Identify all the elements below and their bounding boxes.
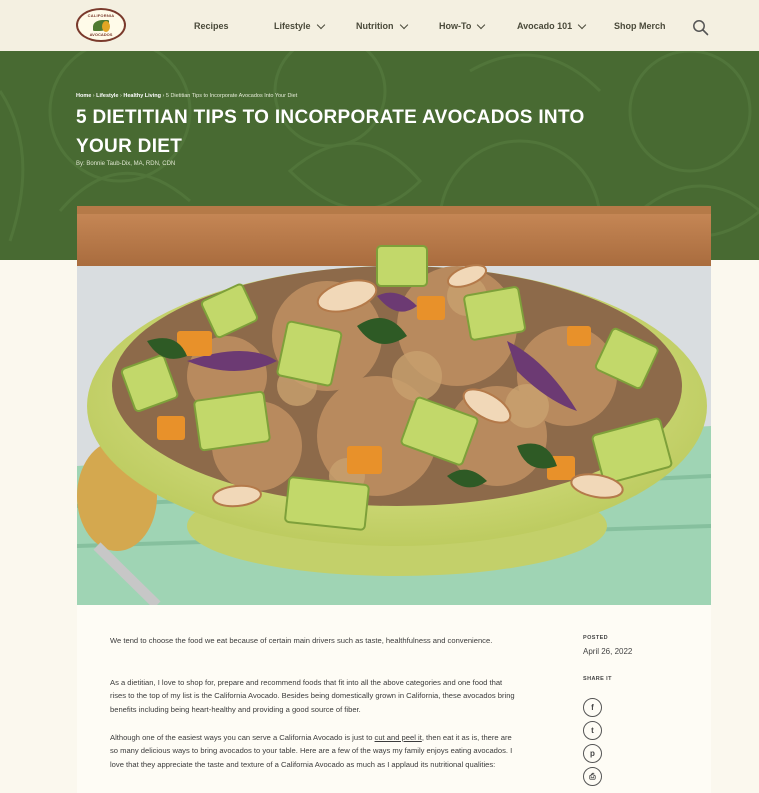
- author-byline: By: Bonnie Taub-Dix, MA, RDN, CDN: [76, 161, 176, 167]
- article-body: We tend to choose the food we eat becaus…: [77, 605, 711, 793]
- article-paragraph: As a dietitian, I love to shop for, prep…: [110, 678, 515, 714]
- nav-how-to[interactable]: How-To: [439, 20, 486, 31]
- print-icon[interactable]: ⎙: [583, 767, 602, 786]
- nav-nutrition[interactable]: Nutrition: [356, 20, 408, 31]
- page-title: 5 DIETITIAN TIPS TO INCORPORATE AVOCADOS…: [76, 107, 585, 157]
- cut-and-peel-link[interactable]: cut and peel it: [375, 733, 422, 742]
- breadcrumb: Home › Lifestyle › Healthy Living › 5 Di…: [76, 93, 297, 99]
- nav-lifestyle-label: Lifestyle: [274, 21, 311, 31]
- nav-lifestyle[interactable]: Lifestyle: [274, 20, 325, 31]
- logo-avocado-icon: [102, 21, 110, 32]
- article-paragraph: We tend to choose the food we eat becaus…: [110, 636, 493, 645]
- breadcrumb-home[interactable]: Home: [76, 93, 91, 99]
- breadcrumb-healthy-living[interactable]: Healthy Living: [123, 93, 161, 99]
- pinterest-icon[interactable]: p: [583, 744, 602, 763]
- chevron-down-icon: [399, 20, 408, 29]
- breadcrumb-lifestyle[interactable]: Lifestyle: [96, 93, 118, 99]
- paragraph-text: Although one of the easiest ways you can…: [110, 733, 375, 742]
- nav-nutrition-label: Nutrition: [356, 21, 394, 31]
- posted-label: POSTED: [583, 635, 609, 641]
- search-icon[interactable]: [692, 19, 709, 36]
- logo-top-text: CALIFORNIA: [87, 13, 115, 18]
- california-avocados-logo[interactable]: CALIFORNIA AVOCADOS: [76, 8, 126, 42]
- chevron-down-icon: [316, 20, 325, 29]
- article-paragraph: Although one of the easiest ways you can…: [110, 731, 520, 771]
- nav-shop-merch-label: Shop Merch: [614, 21, 666, 31]
- nav-shop-merch[interactable]: Shop Merch: [614, 21, 666, 31]
- nav-how-to-label: How-To: [439, 21, 472, 31]
- nav-avocado-101[interactable]: Avocado 101: [517, 20, 587, 31]
- share-label: SHARE IT: [583, 676, 612, 682]
- breadcrumb-current: 5 Dietitian Tips to Incorporate Avocados…: [165, 93, 298, 99]
- nav-recipes[interactable]: Recipes: [194, 21, 229, 31]
- nav-recipes-label: Recipes: [194, 21, 229, 31]
- nav-avocado-101-label: Avocado 101: [517, 21, 573, 31]
- chevron-down-icon: [477, 20, 486, 29]
- avocado-grain-salad-illustration: [77, 206, 711, 605]
- twitter-icon[interactable]: t: [583, 721, 602, 740]
- article-hero-image: [77, 206, 711, 605]
- facebook-icon[interactable]: f: [583, 698, 602, 717]
- chevron-down-icon: [577, 20, 587, 29]
- logo-bottom-text: AVOCADOS: [89, 32, 113, 37]
- top-nav: CALIFORNIA AVOCADOS Recipes Lifestyle Nu…: [0, 0, 759, 51]
- posted-date: April 26, 2022: [583, 647, 633, 656]
